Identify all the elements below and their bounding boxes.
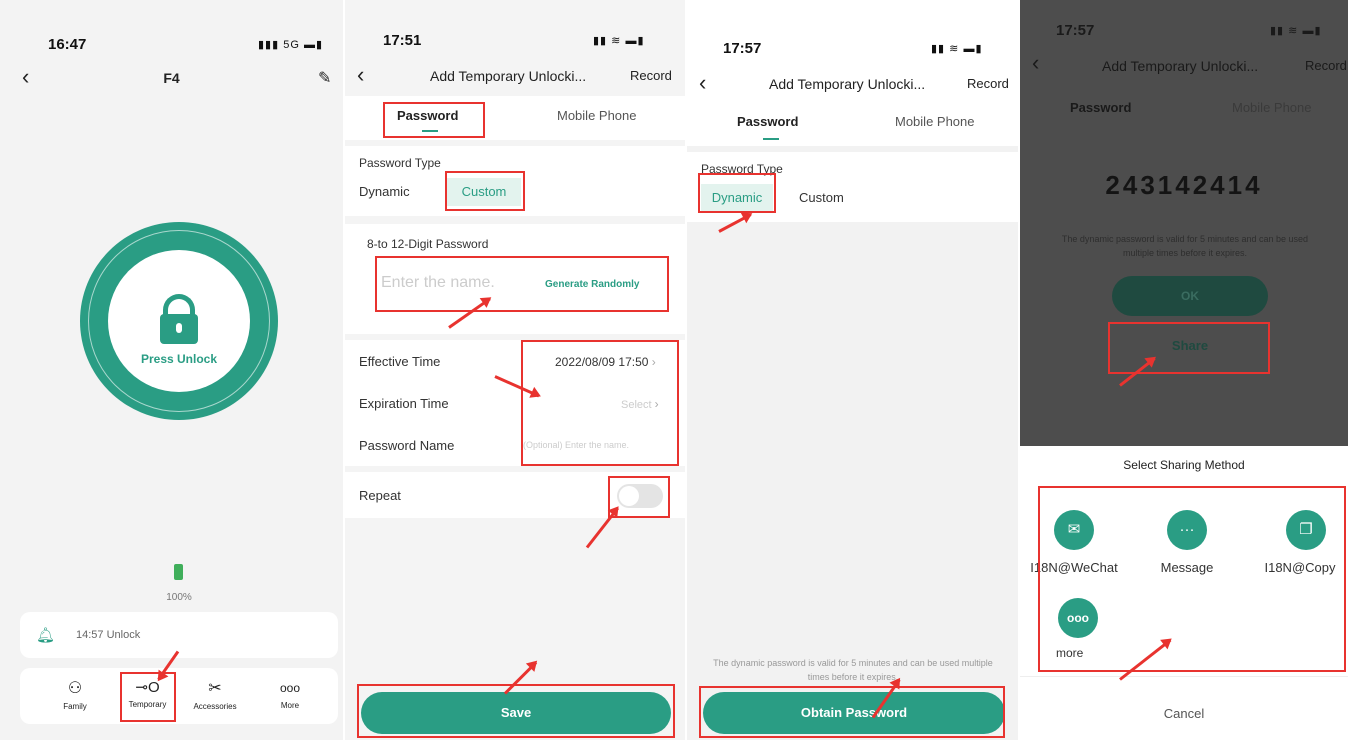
tab-mobile-phone[interactable]: Mobile Phone (1232, 100, 1312, 115)
signal-icon: ▮▮▮ (258, 39, 280, 51)
battery-level-icon (174, 564, 183, 580)
battery-icon: ▬▮ (963, 43, 983, 55)
highlight-box (1038, 486, 1346, 672)
back-icon[interactable]: ‹ (357, 62, 364, 88)
validity-note: The dynamic password is valid for 5 minu… (1061, 234, 1309, 258)
highlight-box (357, 684, 675, 738)
status-icons: ▮▮ ≋ ▬▮ (931, 42, 983, 55)
record-link[interactable]: Record (630, 68, 672, 83)
battery-icon: ▬▮ (1302, 25, 1322, 37)
highlight-box (699, 686, 1005, 738)
press-unlock-label: Press Unlock (140, 352, 218, 366)
status-time: 17:51 (383, 32, 422, 49)
tab-accessories[interactable]: ✂︎ Accessories (185, 678, 245, 711)
tab-password[interactable]: Password (1070, 100, 1131, 115)
log-time: 14:57 (76, 629, 104, 641)
page-title: Add Temporary Unlocki... (1102, 58, 1259, 74)
unlock-ring[interactable]: Press Unlock (80, 222, 278, 420)
status-time: 16:47 (48, 36, 87, 53)
page-title: Add Temporary Unlocki... (769, 76, 926, 92)
tab-password[interactable]: Password (737, 114, 798, 129)
highlight-box (1108, 322, 1270, 374)
dynamic-option[interactable]: Dynamic (359, 184, 410, 199)
highlight-box (445, 171, 525, 211)
back-icon[interactable]: ‹ (1032, 50, 1039, 76)
sheet-title: Select Sharing Method (1123, 458, 1245, 472)
signal-icon: ▮▮ (593, 35, 608, 47)
tab-mobile-phone[interactable]: Mobile Phone (557, 108, 637, 123)
record-link[interactable]: Record (1305, 58, 1347, 73)
battery-percent: 100% (166, 592, 192, 603)
battery-icon: ▬▮ (303, 39, 324, 51)
tools-icon: ✂︎ (208, 680, 222, 697)
digit-label: 8-to 12-Digit Password (367, 237, 489, 251)
network-label: 5G (283, 39, 300, 51)
highlight-box (383, 102, 485, 138)
expiration-time-label: Expiration Time (359, 396, 449, 411)
family-icon: ⚇ (67, 680, 83, 697)
wifi-icon: ≋ (611, 35, 622, 47)
tab-label: Family (63, 702, 87, 711)
signal-icon: ▮▮ (931, 43, 946, 55)
edit-icon[interactable]: ✎ (318, 68, 331, 88)
highlight-box (120, 672, 176, 722)
last-log-card[interactable]: 🔔︎ 14:57 Unlock (20, 612, 338, 658)
screen-share-sheet: 17:57 ▮▮ ≋ ▬▮ ‹ Add Temporary Unlocki...… (1020, 0, 1348, 740)
status-icons: ▮▮ ≋ ▬▮ (593, 34, 645, 47)
highlight-box (521, 340, 679, 466)
page-title: F4 (163, 70, 180, 86)
repeat-label: Repeat (359, 488, 401, 503)
signal-icon: ▮▮ (1270, 25, 1285, 37)
bell-icon: 🔔︎ (36, 627, 56, 644)
validity-note: The dynamic password is valid for 5 minu… (713, 658, 993, 682)
custom-option[interactable]: Custom (799, 190, 844, 205)
tab-family[interactable]: ⚇ Family (50, 678, 100, 711)
password-code: 243142414 (1105, 170, 1263, 200)
tab-mobile-phone[interactable]: Mobile Phone (895, 114, 975, 129)
status-time: 17:57 (1056, 22, 1095, 39)
password-type-label: Password Type (359, 156, 441, 170)
screen-custom-password: 17:51 ▮▮ ≋ ▬▮ ‹ Add Temporary Unlocki...… (345, 0, 685, 740)
tab-label: Accessories (193, 702, 237, 711)
bottom-tabbar: ⚇ Family ⊸O Temporary ✂︎ Accessories ooo… (20, 668, 338, 724)
wifi-icon: ≋ (1288, 25, 1299, 37)
status-signal: ▮▮▮ 5G ▬▮ (258, 38, 323, 51)
status-icons: ▮▮ ≋ ▬▮ (1270, 24, 1322, 37)
screen-lock-home: 16:47 ▮▮▮ 5G ▬▮ ‹ F4 ✎ Press Unlock 100%… (0, 0, 343, 740)
effective-time-label: Effective Time (359, 354, 441, 369)
record-link[interactable]: Record (967, 76, 1009, 91)
unlock-button[interactable]: Press Unlock (108, 250, 250, 392)
back-icon[interactable]: ‹ (699, 70, 706, 96)
highlight-box (698, 173, 776, 213)
tab-label: More (280, 701, 300, 710)
tab-more[interactable]: ooo More (265, 678, 315, 710)
wifi-icon: ≋ (949, 43, 960, 55)
ok-button[interactable]: OK (1112, 276, 1268, 316)
more-icon: ooo (279, 681, 301, 695)
battery-icon: ▬▮ (625, 35, 645, 47)
status-time: 17:57 (723, 40, 762, 57)
tab-indicator (763, 138, 779, 140)
highlight-box (375, 256, 669, 312)
password-name-label: Password Name (359, 438, 455, 453)
log-text: Unlock (106, 629, 141, 641)
screen-dynamic-password: 17:57 ▮▮ ≋ ▬▮ ‹ Add Temporary Unlocki...… (687, 0, 1018, 740)
page-title: Add Temporary Unlocki... (430, 68, 587, 84)
cancel-button[interactable]: Cancel (1020, 706, 1348, 721)
